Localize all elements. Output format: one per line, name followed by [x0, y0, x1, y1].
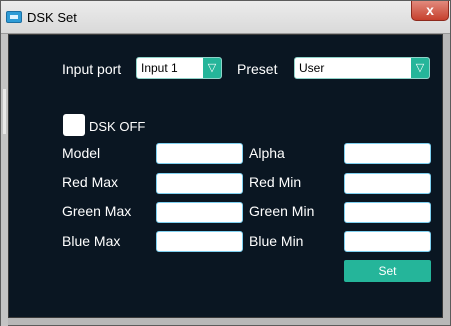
green-min-field[interactable]: [344, 202, 431, 223]
monitor-icon: [6, 11, 22, 23]
window-title: DSK Set: [27, 10, 77, 25]
red-min-label: Red Min: [249, 174, 302, 190]
blue-min-field[interactable]: [344, 231, 431, 252]
dsk-toggle-label: DSK OFF: [89, 119, 146, 134]
input-port-value: Input 1: [141, 61, 178, 75]
alpha-label: Alpha: [249, 145, 285, 161]
dsk-toggle-checkbox[interactable]: [63, 114, 85, 136]
red-min-field[interactable]: [344, 173, 431, 194]
blue-max-label: Blue Max: [62, 233, 121, 249]
left-edge-marker: [3, 89, 6, 134]
window-left-edge: [1, 34, 8, 326]
chevron-down-icon[interactable]: ▽: [203, 58, 221, 78]
blue-max-field[interactable]: [156, 231, 243, 252]
green-max-label: Green Max: [62, 203, 132, 219]
dsk-set-window: DSK Set x Input port Input 1 ▽ Preset Us…: [0, 0, 451, 326]
green-max-field[interactable]: [156, 202, 243, 223]
input-port-select[interactable]: Input 1 ▽: [136, 57, 222, 79]
close-button[interactable]: x: [411, 1, 449, 21]
red-max-label: Red Max: [62, 174, 119, 190]
blue-min-label: Blue Min: [249, 233, 304, 249]
dsk-settings-panel: Input port Input 1 ▽ Preset User ▽ DSK O…: [8, 34, 443, 318]
alpha-field[interactable]: [344, 143, 431, 164]
red-max-field[interactable]: [156, 173, 243, 194]
title-bar[interactable]: DSK Set x: [1, 1, 450, 34]
preset-label: Preset: [237, 61, 278, 77]
chevron-down-icon[interactable]: ▽: [411, 58, 429, 78]
set-button[interactable]: Set: [344, 260, 431, 282]
model-label: Model: [62, 145, 101, 161]
model-field[interactable]: [156, 143, 243, 164]
green-min-label: Green Min: [249, 203, 315, 219]
preset-select[interactable]: User ▽: [294, 57, 430, 79]
input-port-label: Input port: [62, 61, 122, 77]
preset-value: User: [299, 61, 325, 75]
